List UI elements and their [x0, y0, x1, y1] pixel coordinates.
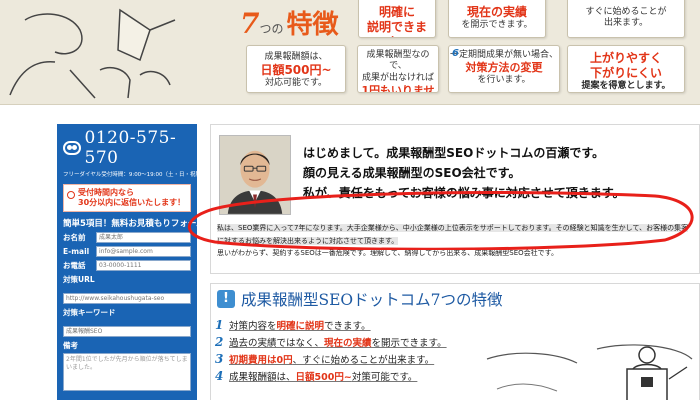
keyword-field[interactable]: [63, 326, 191, 337]
feature-box-3-text: すぐに始めることが: [585, 7, 667, 17]
feature-box-6-text: 一定期間成果が無い場合、: [449, 50, 558, 60]
feature-text-post: 対策可能です。: [351, 371, 418, 383]
feature-banner: 7つの特徴 明確に 説明できます。 現在の実績 を開示できます。 すぐに始めるこ…: [0, 0, 700, 105]
freedial-icon: [63, 141, 81, 155]
reception-hours: フリーダイヤル受付時間：9:00～19:00（土・日・祝除く）: [63, 172, 213, 178]
email-field[interactable]: [96, 246, 191, 257]
feature-box-4-text: 成果報酬額は、: [264, 52, 328, 62]
feature-text: 過去の実績ではなく、現在の実績を開示できます。: [229, 335, 447, 349]
feature-box-1[interactable]: 明確に 説明できます。: [358, 0, 436, 38]
exclamation-icon: !: [217, 290, 235, 308]
clock-icon: [67, 191, 75, 199]
name-field[interactable]: [96, 232, 191, 243]
phone-number[interactable]: 0120-575-570: [85, 128, 191, 168]
feature-box-6-highlight: 対策方法の変更: [465, 61, 543, 75]
feature-text-post: を開示できます。: [371, 337, 447, 349]
title-tsu: つの: [259, 22, 284, 36]
feature-box-5-highlight: 1円もいりません。: [361, 83, 435, 93]
features-panel: ! 成果報酬型SEOドットコム7つの特徴 1 対策内容を明確に説明できます。 2…: [210, 283, 700, 400]
intro-panel: はじめまして。成果報酬型SEOドットコムの百瀬です。 顔の見える成果報酬型のSE…: [210, 124, 700, 274]
tel-row: お電話: [63, 260, 191, 271]
feature-box-4-highlight: 日額500円~: [260, 63, 332, 78]
intro-body: 私は、SEO業界に入って7年になります。大手企業様から、中小企業様の上位表示をサ…: [217, 222, 695, 260]
feature-item-2[interactable]: 2 過去の実績ではなく、現在の実績を開示できます。: [215, 333, 515, 350]
feature-box-2-highlight: 現在の実績: [466, 5, 527, 19]
notes-field[interactable]: 2年間1位でしたが先月から順位が落ちてしまいました。: [63, 353, 191, 391]
feature-number: 4: [215, 368, 224, 383]
feature-box-3-text2: 出来ます。: [603, 18, 649, 29]
feature-text-highlight: 日額500円~: [295, 371, 352, 383]
feature-number: 1: [215, 317, 224, 332]
name-row: お名前: [63, 232, 191, 243]
url-field[interactable]: [63, 293, 191, 304]
sketch-illustration: [9, 8, 176, 99]
feature-box-7-highlight: 上がりやすく: [589, 51, 662, 65]
keyword-label: 対策キーワード: [63, 308, 116, 317]
reply-line-1: 受付時間内なら: [78, 188, 134, 197]
features-list: 1 対策内容を明確に説明できます。 2 過去の実績ではなく、現在の実績を開示でき…: [215, 316, 515, 384]
feature-box-5-text2: 成果が出なければ: [361, 72, 434, 83]
feature-text: 初期費用は0円、すぐに始めることが出来ます。: [229, 352, 434, 366]
feature-box-7-text: 提案を得意とします。: [581, 81, 671, 91]
feature-number: 3: [215, 351, 224, 366]
seven-features-title: 7つの 特徴: [240, 4, 355, 44]
feature-box-3[interactable]: すぐに始めることが 出来ます。: [567, 0, 685, 38]
estimate-form-heading: 簡単5項目！無料お見積もりフォーム: [63, 219, 205, 229]
feature-box-1-highlight2: 説明できます。: [366, 20, 427, 37]
name-label: お名前: [63, 233, 86, 242]
staff-portrait: [219, 135, 291, 215]
intro-paragraph-1: 私は、SEO業界に入って7年になります。大手企業様から、中小企業様の上位表示をサ…: [217, 224, 689, 245]
feature-text: 対策内容を明確に説明できます。: [229, 318, 371, 332]
greeting-line-3: 私が、責任をもってお客様の悩み事に対応させて頂きます。: [303, 186, 625, 200]
feature-box-5-text: 成果報酬型なので、: [366, 50, 430, 72]
greeting-text: はじめまして。成果報酬型SEOドットコムの百瀬です。 顔の見える成果報酬型のSE…: [303, 143, 693, 203]
feature-item-4[interactable]: 4 成果報酬額は、日額500円~対策可能です。: [215, 367, 515, 384]
feature-item-1[interactable]: 1 対策内容を明確に説明できます。: [215, 316, 515, 333]
feature-box-4[interactable]: 成果報酬額は、 日額500円~ 対応可能です。: [246, 45, 346, 93]
greeting-line-1: はじめまして。成果報酬型SEOドットコムの百瀬です。: [303, 146, 605, 160]
tel-field[interactable]: [96, 260, 191, 271]
presenter-sketch: [486, 344, 693, 400]
feature-box-6-text2: を行います。: [477, 75, 531, 85]
tel-label: お電話: [63, 261, 86, 270]
feature-box-6-number: 6: [452, 48, 459, 59]
feature-text-post: 、すぐに始めることが出来ます。: [292, 354, 435, 366]
title-number: 7: [240, 7, 260, 40]
email-label: E-mail: [63, 247, 90, 256]
feature-box-1-highlight: 明確に: [378, 5, 415, 19]
url-label: 対策URL: [63, 275, 95, 284]
feature-text-post: できます。: [324, 320, 371, 332]
feature-text-highlight: 明確に説明: [276, 320, 325, 332]
feature-box-7-highlight2: 下がりにくい: [590, 66, 662, 80]
feature-text-pre: 成果報酬額は、: [229, 371, 296, 383]
phone-row[interactable]: 0120-575-570: [63, 128, 191, 168]
feature-text-pre: 対策内容を: [229, 320, 277, 332]
feature-box-2-text: を開示できます。: [461, 20, 533, 30]
reply-line-2: 30分以内に返信いたします！: [78, 198, 186, 207]
features-title: 成果報酬型SEOドットコム7つの特徴: [241, 291, 503, 309]
greeting-line-2: 顔の見える成果報酬型のSEO会社です。: [303, 166, 521, 180]
feature-number: 2: [215, 334, 224, 349]
notes-label: 備考: [63, 341, 78, 350]
email-row: E-mail: [63, 246, 191, 257]
contact-sidebar: 0120-575-570 フリーダイヤル受付時間：9:00～19:00（土・日・…: [57, 124, 213, 400]
feature-box-4-text2: 対応可能です。: [264, 78, 328, 89]
title-main: 特徴: [286, 10, 339, 40]
feature-text-highlight: 初期費用は0円: [229, 354, 293, 366]
feature-box-2[interactable]: 現在の実績 を開示できます。: [448, 0, 546, 38]
features-heading: ! 成果報酬型SEOドットコム7つの特徴: [217, 288, 503, 310]
feature-text-pre: 過去の実績ではなく、: [229, 337, 325, 349]
feature-text-highlight: 現在の実績: [324, 337, 372, 349]
feature-box-5[interactable]: 成果報酬型なので、 成果が出なければ 1円もいりません。: [357, 45, 439, 93]
feature-box-7[interactable]: 上がりやすく 下がりにくい 提案を得意とします。: [567, 45, 685, 93]
feature-item-3[interactable]: 3 初期費用は0円、すぐに始めることが出来ます。: [215, 350, 515, 367]
feature-text: 成果報酬額は、日額500円~対策可能です。: [229, 369, 417, 383]
reply-banner: 受付時間内なら 30分以内に返信いたします！: [63, 184, 191, 212]
intro-paragraph-2: 思いがわからず、契約するSEOは一番危険です。理解して、納得してから出来る、成果…: [217, 249, 558, 257]
feature-box-6[interactable]: 6 一定期間成果が無い場合、 対策方法の変更 を行います。: [448, 45, 560, 93]
